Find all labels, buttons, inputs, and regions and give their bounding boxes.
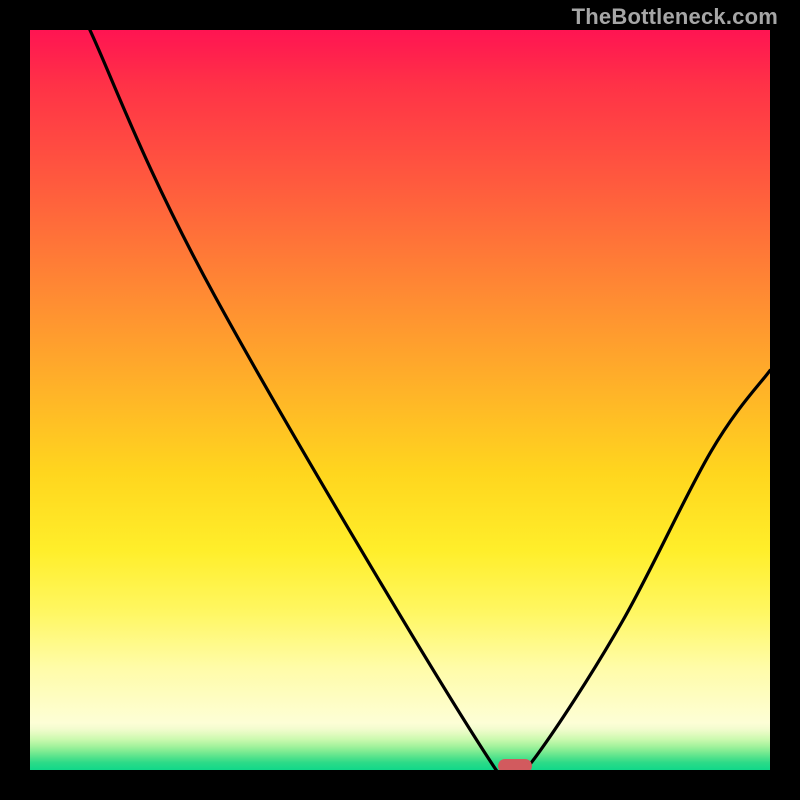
frame-bottom [0,770,800,800]
frame-right [770,0,800,800]
curve-svg [30,30,770,770]
watermark-text: TheBottleneck.com [572,4,778,30]
frame-left [0,0,30,800]
plot-area [30,30,770,770]
chart-stage: TheBottleneck.com [0,0,800,800]
optimal-point-marker [498,759,532,770]
bottleneck-curve-path [90,30,770,770]
